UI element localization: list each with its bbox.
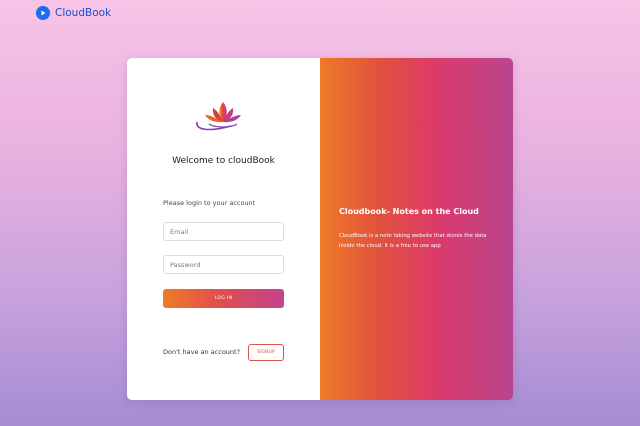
welcome-heading: Welcome to cloudBook xyxy=(172,156,275,166)
brand[interactable]: CloudBook xyxy=(36,6,111,20)
email-field[interactable] xyxy=(163,222,284,241)
lotus-icon xyxy=(196,102,241,131)
no-account-text: Don't have an account? xyxy=(163,348,241,356)
login-card: Welcome to cloudBook Please login to you… xyxy=(127,58,513,400)
password-field[interactable] xyxy=(163,255,284,274)
promo-description: CloudBook is a note taking website that … xyxy=(339,233,487,249)
promo-panel: Cloudbook- Notes on the Cloud CloudBook … xyxy=(320,58,513,400)
login-panel: Welcome to cloudBook Please login to you… xyxy=(127,58,320,400)
brand-name: CloudBook xyxy=(55,7,112,19)
login-button[interactable]: LOG IN xyxy=(163,289,284,308)
promo-title: Cloudbook- Notes on the Cloud xyxy=(339,207,479,216)
login-hint: Please login to your account xyxy=(163,199,256,207)
play-circle-icon xyxy=(36,6,50,20)
signup-button[interactable]: SIGNUP xyxy=(248,344,284,361)
